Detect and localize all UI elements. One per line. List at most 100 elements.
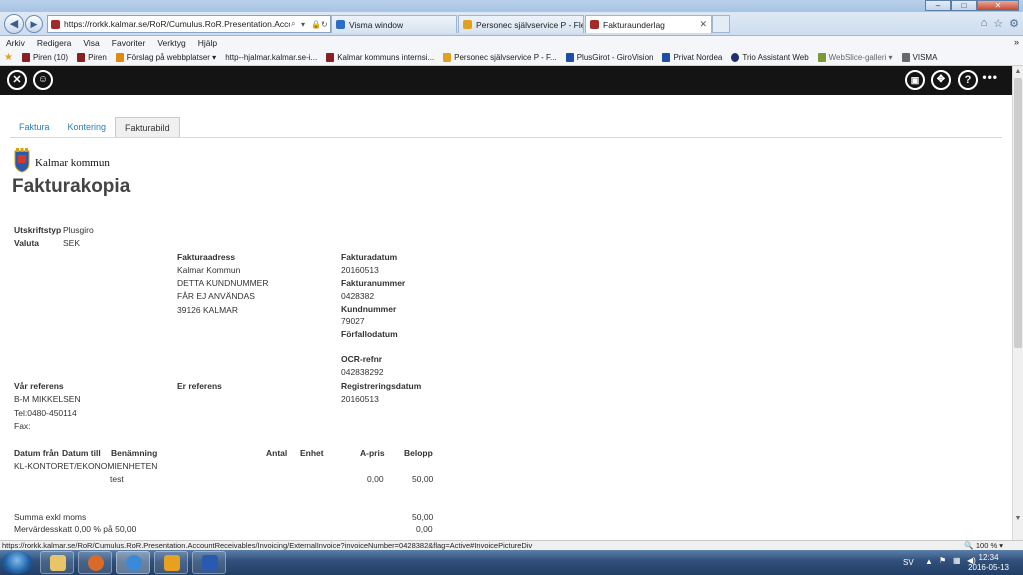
tab-fakturaunderlag[interactable]: Fakturaunderlag ✕ (585, 15, 712, 33)
registreringsdatum-label: Registreringsdatum (341, 381, 422, 391)
back-arrow-icon[interactable]: ◀ (4, 14, 24, 34)
media-player-icon (88, 555, 104, 571)
address-line: Kalmar Kommun (177, 265, 241, 275)
moms-label: Mervärdesskatt 0,00 % på 50,00 (14, 524, 137, 534)
valuta-value: SEK (63, 238, 81, 248)
tab-visma-window[interactable]: Visma window (331, 15, 457, 33)
favorite-item[interactable]: Förslag på webbplatser ▾ (115, 53, 217, 62)
tab-fakturabild[interactable]: Fakturabild (115, 117, 180, 137)
new-tab-button[interactable] (712, 15, 730, 33)
col-benamning: Benämning (111, 448, 158, 458)
tab-kontering[interactable]: Kontering (59, 117, 116, 137)
ocr-value: 042838292 (341, 367, 384, 377)
user-icon[interactable]: ☺ (33, 70, 53, 90)
document-icon[interactable]: ▣ (905, 70, 925, 90)
address-bar[interactable]: https://rorkk.kalmar.se/RoR/Cumulus.RoR.… (47, 15, 331, 33)
scroll-down-icon[interactable]: ▼ (1014, 514, 1022, 523)
ie-taskbar-button[interactable] (116, 551, 150, 574)
favorite-item[interactable]: VISMA (901, 53, 937, 62)
favorite-label: Förslag på webbplatser ▾ (126, 53, 217, 62)
tab-close-icon[interactable]: ✕ (699, 19, 707, 30)
registreringsdatum-value: 20160513 (341, 394, 379, 404)
menu-favoriter[interactable]: Favoriter (112, 38, 146, 48)
dropdown-icon[interactable]: ▾ (301, 20, 310, 29)
language-indicator[interactable]: SV (903, 558, 914, 567)
menu-arkiv[interactable]: Arkiv (6, 38, 25, 48)
address-line: FÅR EJ ANVÄNDAS (177, 291, 255, 301)
minimize-button[interactable]: – (925, 0, 951, 11)
kundnummer-value: 79027 (341, 316, 365, 326)
maximize-button[interactable]: □ (951, 0, 977, 11)
start-button[interactable] (2, 551, 32, 574)
favorite-item[interactable]: Piren (77, 53, 107, 62)
help-icon[interactable]: ? (958, 70, 978, 90)
forward-arrow-icon[interactable]: ▶ (25, 15, 43, 33)
er-referens-label: Er referens (177, 381, 222, 391)
kalmar-crest-icon (14, 148, 30, 173)
address-url: https://rorkk.kalmar.se/RoR/Cumulus.RoR.… (64, 19, 290, 29)
home-icon[interactable]: ⌂ (981, 17, 988, 30)
chevron-right-icon[interactable]: » (1014, 37, 1019, 47)
more-options-icon[interactable]: ••• (982, 70, 998, 84)
tab-label: Personec självservice P - Flexst... (476, 19, 583, 30)
favorites-star-icon[interactable]: ☆ (993, 17, 1003, 30)
var-referens-label: Vår referens (14, 381, 64, 391)
status-bar: https://rorkk.kalmar.se/RoR/Cumulus.RoR.… (0, 540, 1023, 550)
flag-icon[interactable]: ⚑ (939, 556, 946, 565)
menu-hjalp[interactable]: Hjälp (198, 38, 217, 48)
favorite-item[interactable]: WebSlice-galleri ▾ (817, 53, 893, 62)
close-icon[interactable]: ✕ (7, 70, 27, 90)
summa-exkl-label: Summa exkl moms (14, 512, 87, 522)
tab-divider (10, 137, 1002, 138)
outlook-taskbar-button[interactable] (154, 551, 188, 574)
zoom-value: 100 % (975, 541, 998, 550)
favorite-item[interactable]: Piren (10) (21, 53, 68, 62)
favorite-item[interactable]: Kalmar kommuns internsi... (326, 53, 434, 62)
tab-faktura[interactable]: Faktura (10, 117, 59, 137)
clock-date: 2016-05-13 (968, 563, 1009, 572)
var-referens-tel: Tel:0480-450114 (14, 408, 77, 418)
zoom-level[interactable]: 🔍 100 % ▾ (964, 541, 1003, 550)
menu-verktyg[interactable]: Verktyg (157, 38, 185, 48)
favorite-item[interactable]: Trio Assistant Web (731, 53, 809, 62)
lock-icon: 🔒 (311, 19, 321, 29)
favorite-item[interactable]: Privat Nordea (662, 53, 722, 62)
row-belopp: 50,00 (412, 474, 434, 484)
word-taskbar-button[interactable] (192, 551, 226, 574)
close-window-button[interactable]: ✕ (977, 0, 1019, 11)
address-line: 39126 KALMAR (177, 305, 238, 315)
scroll-thumb[interactable] (1014, 78, 1022, 348)
system-tray: SV ▲ ⚑ ▦ ◀) 12:34 2016-05-13 (863, 550, 1023, 575)
menu-redigera[interactable]: Redigera (37, 38, 72, 48)
table-group-row: KL-KONTORET/EKONOMIENHETEN (14, 461, 158, 471)
favorite-icon (662, 53, 671, 62)
page-content: Faktura Kontering Fakturabild Kalmar kom… (0, 95, 1012, 539)
favorite-icon (115, 53, 124, 62)
menu-visa[interactable]: Visa (83, 38, 99, 48)
fakturadatum-label: Fakturadatum (341, 252, 398, 262)
utskriftstyp-label: Utskriftstyp (14, 225, 62, 235)
scroll-up-icon[interactable]: ▲ (1014, 67, 1022, 76)
tray-arrow-icon[interactable]: ▲ (925, 557, 933, 566)
fakturanummer-value: 0428382 (341, 291, 375, 301)
gear-icon[interactable]: ⚙ (1009, 17, 1019, 30)
row-apris: 0,00 (367, 474, 384, 484)
clock[interactable]: 12:34 2016-05-13 (968, 553, 1009, 573)
network-icon[interactable]: ▦ (953, 556, 961, 565)
search-icon[interactable]: ⌕ (291, 19, 300, 29)
favorite-icon (77, 53, 86, 62)
kundnummer-label: Kundnummer (341, 304, 397, 314)
favorite-item[interactable]: Personec självservice P - F... (443, 53, 557, 62)
col-apris: A-pris (360, 448, 385, 458)
refresh-icon[interactable]: ↻ (321, 20, 330, 29)
favorites-star-icon[interactable]: ★ (4, 52, 13, 63)
window-title-bar: – □ ✕ (0, 0, 1023, 12)
tab-personec[interactable]: Personec självservice P - Flexst... (458, 15, 584, 33)
address-line: DETTA KUNDNUMMER (177, 278, 269, 288)
vertical-scrollbar[interactable]: ▲ ▼ (1012, 66, 1023, 540)
favorite-item[interactable]: http--hjalmar.kalmar.se-i... (225, 53, 317, 62)
favorite-item[interactable]: PlusGirot - GiroVision (565, 53, 653, 62)
move-icon[interactable]: ✥ (931, 70, 951, 90)
media-taskbar-button[interactable] (78, 551, 112, 574)
explorer-taskbar-button[interactable] (40, 551, 74, 574)
